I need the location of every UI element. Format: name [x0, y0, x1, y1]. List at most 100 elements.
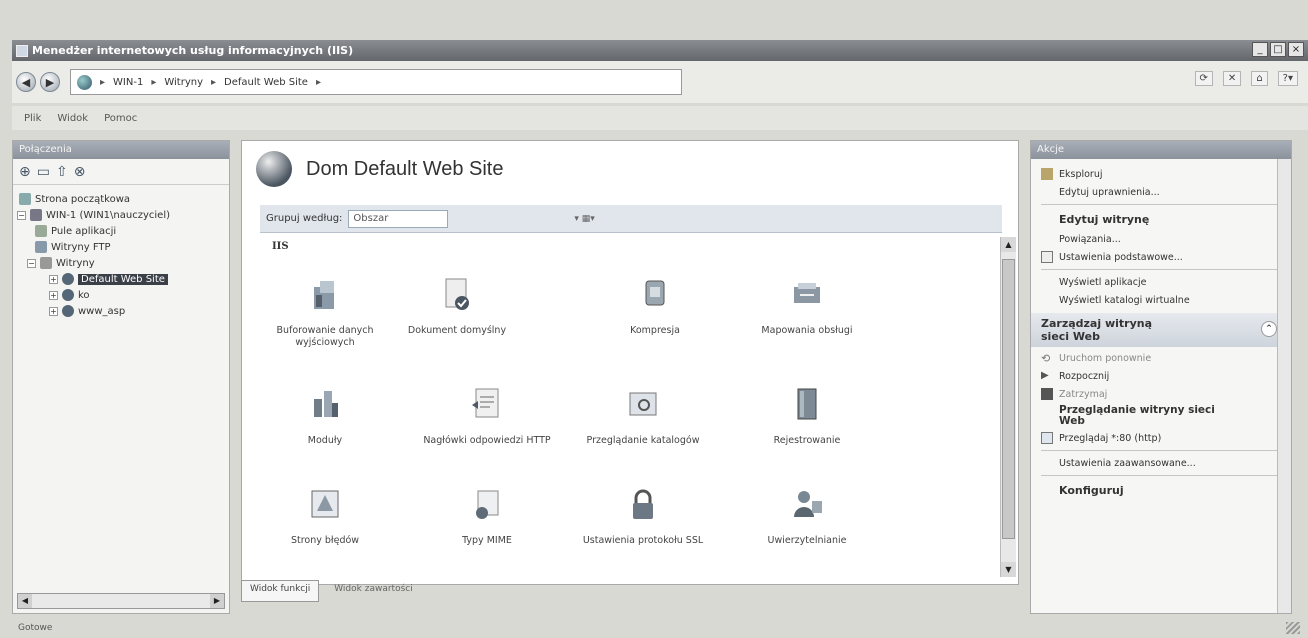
tab-content-view[interactable]: Widok zawartości	[325, 580, 421, 602]
minimize-button[interactable]: _	[1252, 42, 1268, 57]
tree-item-sites[interactable]: − Witryny	[13, 255, 229, 271]
window-titlebar: Menedżer internetowych usług informacyjn…	[12, 40, 1308, 61]
scroll-left-icon[interactable]: ◀	[18, 594, 32, 608]
mime-types-icon	[476, 490, 499, 519]
expand-icon[interactable]: +	[49, 290, 58, 300]
tree-item-server[interactable]: − WIN-1 (WIN1\nauczyciel)	[13, 207, 229, 223]
close-button[interactable]: ×	[1288, 42, 1304, 57]
horizontal-scrollbar[interactable]: ◀ ▶	[17, 593, 225, 609]
actions-vertical-scrollbar[interactable]	[1277, 159, 1291, 613]
up-icon[interactable]: ⇧	[56, 164, 68, 180]
tree-item-app-pools[interactable]: Pule aplikacji	[13, 223, 229, 239]
breadcrumb-server[interactable]: WIN-1	[113, 77, 143, 88]
collapse-icon[interactable]: −	[17, 210, 26, 220]
feature-http-headers[interactable]: Nagłówki odpowiedzi HTTP	[422, 385, 552, 447]
output-caching-icon	[314, 281, 334, 309]
section-label: IIS	[272, 241, 289, 252]
tree-item-start-page[interactable]: Strona początkowa	[13, 191, 229, 207]
forward-button[interactable]: ▶	[40, 72, 60, 92]
menu-bar: Plik Widok Pomoc	[12, 106, 1308, 130]
menu-view[interactable]: Widok	[57, 113, 88, 124]
window-controls: _ □ ×	[1252, 42, 1304, 57]
breadcrumb-site[interactable]: Default Web Site	[224, 77, 308, 88]
feature-error-pages[interactable]: Strony błędów	[260, 485, 390, 547]
action-advanced-settings[interactable]: Ustawienia zaawansowane...	[1041, 454, 1287, 472]
feature-default-document[interactable]: Dokument domyślny	[392, 275, 522, 337]
feature-modules[interactable]: Moduły	[260, 385, 390, 447]
group-by-select[interactable]: Obszar	[348, 209, 449, 228]
connect-icon[interactable]: ⊕	[19, 164, 31, 180]
website-globe-icon	[62, 273, 74, 285]
action-view-virtual-directories[interactable]: Wyświetl katalogi wirtualne	[1041, 291, 1287, 309]
page-title: Dom Default Web Site	[256, 151, 504, 187]
actions-header: Akcje	[1031, 141, 1291, 159]
authentication-icon	[794, 491, 822, 517]
home-icon[interactable]: ⌂	[1251, 71, 1268, 86]
action-bindings[interactable]: Powiązania...	[1041, 230, 1287, 248]
connect-server-icon[interactable]: ⊗	[74, 164, 86, 180]
view-tabs: Widok funkcji Widok zawartości	[241, 580, 422, 602]
action-restart[interactable]: ⟲ Uruchom ponownie	[1041, 349, 1287, 367]
collapse-icon[interactable]: ⌃	[1261, 321, 1277, 337]
tree-item-default-web-site[interactable]: + Default Web Site	[13, 271, 229, 287]
modules-icon	[314, 391, 338, 417]
features-pane: Dom Default Web Site Grupuj według: Obsz…	[241, 140, 1019, 585]
menu-help[interactable]: Pomoc	[104, 113, 137, 124]
tree-item-ko[interactable]: + ko	[13, 287, 229, 303]
menu-file[interactable]: Plik	[24, 113, 41, 124]
connections-pane: Połączenia ⊕ ▭ ⇧ ⊗ Strona początkowa − W…	[12, 140, 230, 614]
toolbar-right: ⟳ ✕ ⌂ ?▾	[1194, 71, 1298, 86]
feature-mime-types[interactable]: Typy MIME	[422, 485, 552, 547]
action-edit-permissions[interactable]: Edytuj uprawnienia...	[1041, 183, 1287, 201]
sites-folder-icon	[40, 257, 52, 269]
tree-item-ftp-sites[interactable]: Witryny FTP	[13, 239, 229, 255]
scroll-up-icon[interactable]: ▲	[1001, 237, 1016, 252]
ftp-sites-icon	[35, 241, 47, 253]
help-icon[interactable]: ?▾	[1277, 71, 1298, 86]
collapse-icon[interactable]: −	[27, 258, 36, 268]
website-globe-icon	[256, 151, 292, 187]
connections-header: Połączenia	[13, 141, 229, 159]
tree-item-www-asp[interactable]: + www_asp	[13, 303, 229, 319]
breadcrumb-separator-icon: ▸	[100, 76, 106, 88]
address-breadcrumb[interactable]: ▸ WIN-1 ▸ Witryny ▸ Default Web Site ▸	[70, 69, 682, 95]
iis-app-icon	[16, 44, 28, 57]
restart-icon: ⟲	[1041, 352, 1051, 365]
action-browse-80[interactable]: Przeglądaj *:80 (http)	[1041, 429, 1287, 447]
feature-output-caching[interactable]: Buforowanie danych wyjściowych	[260, 275, 390, 349]
features-vertical-scrollbar[interactable]: ▲ ▼	[1000, 237, 1016, 577]
expand-icon[interactable]: +	[49, 306, 58, 316]
play-icon: ▶	[1041, 370, 1049, 381]
stop-icon[interactable]: ✕	[1222, 71, 1242, 86]
back-button[interactable]: ◀	[16, 72, 36, 92]
feature-directory-browsing[interactable]: Przeglądanie katalogów	[578, 385, 708, 447]
expand-icon[interactable]: +	[49, 274, 58, 284]
configure-heading: Konfiguruj	[1059, 483, 1124, 497]
feature-compression[interactable]: Kompresja	[590, 275, 720, 337]
action-stop[interactable]: Zatrzymaj	[1041, 385, 1287, 403]
divider	[1041, 450, 1287, 451]
stop-icon	[1041, 388, 1053, 400]
action-basic-settings[interactable]: Ustawienia podstawowe...	[1041, 248, 1287, 266]
refresh-icon[interactable]: ⟳	[1194, 71, 1213, 86]
default-document-icon	[445, 278, 469, 310]
tab-features-view[interactable]: Widok funkcji	[241, 580, 320, 602]
breadcrumb-sites[interactable]: Witryny	[164, 77, 203, 88]
browse-icon	[1041, 432, 1053, 444]
view-mode-icon[interactable]: ▾ ▦▾	[574, 214, 594, 224]
window-title: Menedżer internetowych usług informacyjn…	[32, 44, 354, 57]
action-view-applications[interactable]: Wyświetl aplikacje	[1041, 273, 1287, 291]
scroll-right-icon[interactable]: ▶	[210, 594, 224, 608]
feature-logging[interactable]: Rejestrowanie	[742, 385, 872, 447]
resize-grip-icon[interactable]	[1286, 622, 1300, 634]
feature-handler-mappings[interactable]: Mapowania obsługi	[742, 275, 872, 337]
feature-authentication[interactable]: Uwierzytelnianie	[742, 485, 872, 547]
scroll-thumb[interactable]	[1002, 259, 1015, 539]
app-pools-icon	[35, 225, 47, 237]
action-start[interactable]: ▶ Rozpocznij	[1041, 367, 1287, 385]
feature-ssl-settings[interactable]: Ustawienia protokołu SSL	[578, 485, 708, 547]
action-explore[interactable]: Eksploruj	[1041, 165, 1287, 183]
maximize-button[interactable]: □	[1270, 42, 1286, 57]
save-icon[interactable]: ▭	[37, 164, 50, 180]
scroll-down-icon[interactable]: ▼	[1001, 562, 1016, 577]
